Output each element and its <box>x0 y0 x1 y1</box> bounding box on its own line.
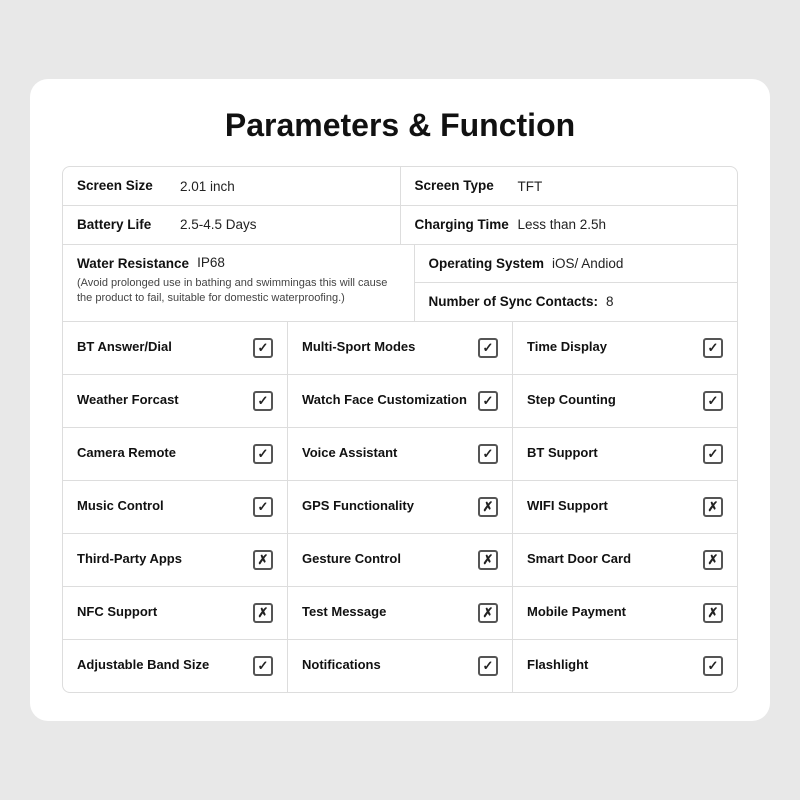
check-yes-icon <box>703 656 723 676</box>
check-yes-icon <box>253 338 273 358</box>
os-sync-cell: Operating System iOS/ Andiod Number of S… <box>415 245 738 321</box>
feature-row-0: BT Answer/Dial Multi-Sport Modes Time Disp… <box>63 322 737 375</box>
check-no-icon <box>478 497 498 517</box>
water-resistance-cell: Water Resistance IP68 (Avoid prolonged u… <box>63 245 415 321</box>
water-resistance-label: Water Resistance <box>77 255 189 273</box>
feature-cell-6-0: Adjustable Band Size <box>63 640 288 692</box>
feature-label-6-0: Adjustable Band Size <box>77 657 245 674</box>
feature-label-4-2: Smart Door Card <box>527 551 695 568</box>
feature-cell-1-2: Step Counting <box>513 375 737 427</box>
feature-cell-4-0: Third-Party Apps <box>63 534 288 586</box>
feature-label-5-1: Test Message <box>302 604 470 621</box>
screen-type-label: Screen Type <box>415 177 510 195</box>
feature-label-3-0: Music Control <box>77 498 245 515</box>
feature-label-6-1: Notifications <box>302 657 470 674</box>
spec-row-2: Battery Life 2.5-4.5 Days Charging Time … <box>63 206 737 245</box>
main-card: Parameters & Function Screen Size 2.01 i… <box>30 79 770 720</box>
feature-cell-3-1: GPS Functionality <box>288 481 513 533</box>
feature-label-2-2: BT Support <box>527 445 695 462</box>
feature-label-1-1: Watch Face Customization <box>302 392 470 409</box>
feature-label-1-2: Step Counting <box>527 392 695 409</box>
check-yes-icon <box>253 391 273 411</box>
sync-contacts-value: 8 <box>606 294 614 309</box>
screen-size-cell: Screen Size 2.01 inch <box>63 167 401 205</box>
check-no-icon <box>703 497 723 517</box>
spec-row-1: Screen Size 2.01 inch Screen Type TFT <box>63 167 737 206</box>
os-value: iOS/ Andiod <box>552 256 623 271</box>
check-no-icon <box>478 550 498 570</box>
feature-row-1: Weather Forcast Watch Face Customization S… <box>63 375 737 428</box>
check-yes-icon <box>703 444 723 464</box>
os-label: Operating System <box>429 255 545 273</box>
screen-type-value: TFT <box>518 179 543 194</box>
charging-time-cell: Charging Time Less than 2.5h <box>401 206 738 244</box>
check-no-icon <box>703 550 723 570</box>
feature-label-2-1: Voice Assistant <box>302 445 470 462</box>
battery-life-value: 2.5-4.5 Days <box>180 217 257 232</box>
feature-cell-4-2: Smart Door Card <box>513 534 737 586</box>
feature-cell-6-2: Flashlight <box>513 640 737 692</box>
feature-label-6-2: Flashlight <box>527 657 695 674</box>
feature-cell-5-0: NFC Support <box>63 587 288 639</box>
screen-size-value: 2.01 inch <box>180 179 235 194</box>
feature-label-1-0: Weather Forcast <box>77 392 245 409</box>
feature-row-4: Third-Party Apps Gesture Control Smart Doo… <box>63 534 737 587</box>
screen-type-cell: Screen Type TFT <box>401 167 738 205</box>
check-yes-icon <box>478 444 498 464</box>
screen-size-label: Screen Size <box>77 177 172 195</box>
feature-label-5-0: NFC Support <box>77 604 245 621</box>
feature-section: BT Answer/Dial Multi-Sport Modes Time Disp… <box>63 322 737 692</box>
feature-cell-4-1: Gesture Control <box>288 534 513 586</box>
charging-time-value: Less than 2.5h <box>518 217 607 232</box>
check-yes-icon <box>703 391 723 411</box>
feature-row-3: Music Control GPS Functionality WIFI Suppo… <box>63 481 737 534</box>
feature-row-6: Adjustable Band Size Notifications Flashli… <box>63 640 737 692</box>
check-yes-icon <box>703 338 723 358</box>
feature-label-5-2: Mobile Payment <box>527 604 695 621</box>
check-yes-icon <box>478 391 498 411</box>
check-yes-icon <box>478 338 498 358</box>
feature-cell-2-1: Voice Assistant <box>288 428 513 480</box>
check-yes-icon <box>253 656 273 676</box>
feature-cell-1-0: Weather Forcast <box>63 375 288 427</box>
check-no-icon <box>478 603 498 623</box>
feature-label-3-2: WIFI Support <box>527 498 695 515</box>
check-yes-icon <box>253 444 273 464</box>
feature-cell-6-1: Notifications <box>288 640 513 692</box>
check-yes-icon <box>253 497 273 517</box>
check-no-icon <box>253 550 273 570</box>
water-resistance-note: (Avoid prolonged use in bathing and swim… <box>77 276 400 307</box>
battery-life-label: Battery Life <box>77 216 172 234</box>
feature-label-3-1: GPS Functionality <box>302 498 470 515</box>
check-no-icon <box>253 603 273 623</box>
feature-cell-0-2: Time Display <box>513 322 737 374</box>
feature-label-4-0: Third-Party Apps <box>77 551 245 568</box>
spec-section: Screen Size 2.01 inch Screen Type TFT Ba… <box>63 167 737 321</box>
page-title: Parameters & Function <box>62 107 738 144</box>
feature-cell-5-1: Test Message <box>288 587 513 639</box>
feature-cell-2-2: BT Support <box>513 428 737 480</box>
sync-contacts-label: Number of Sync Contacts: <box>429 293 599 311</box>
feature-label-2-0: Camera Remote <box>77 445 245 462</box>
feature-cell-3-0: Music Control <box>63 481 288 533</box>
feature-label-0-1: Multi-Sport Modes <box>302 339 470 356</box>
params-table: Screen Size 2.01 inch Screen Type TFT Ba… <box>62 166 738 692</box>
feature-row-5: NFC Support Test Message Mobile Payment <box>63 587 737 640</box>
feature-cell-5-2: Mobile Payment <box>513 587 737 639</box>
feature-cell-1-1: Watch Face Customization <box>288 375 513 427</box>
feature-label-0-2: Time Display <box>527 339 695 356</box>
feature-cell-0-0: BT Answer/Dial <box>63 322 288 374</box>
feature-row-2: Camera Remote Voice Assistant BT Support <box>63 428 737 481</box>
water-resistance-value: IP68 <box>197 255 225 270</box>
feature-cell-3-2: WIFI Support <box>513 481 737 533</box>
feature-label-4-1: Gesture Control <box>302 551 470 568</box>
battery-life-cell: Battery Life 2.5-4.5 Days <box>63 206 401 244</box>
charging-time-label: Charging Time <box>415 216 510 234</box>
check-yes-icon <box>478 656 498 676</box>
feature-cell-2-0: Camera Remote <box>63 428 288 480</box>
check-no-icon <box>703 603 723 623</box>
spec-row-3: Water Resistance IP68 (Avoid prolonged u… <box>63 245 737 321</box>
feature-label-0-0: BT Answer/Dial <box>77 339 245 356</box>
feature-cell-0-1: Multi-Sport Modes <box>288 322 513 374</box>
